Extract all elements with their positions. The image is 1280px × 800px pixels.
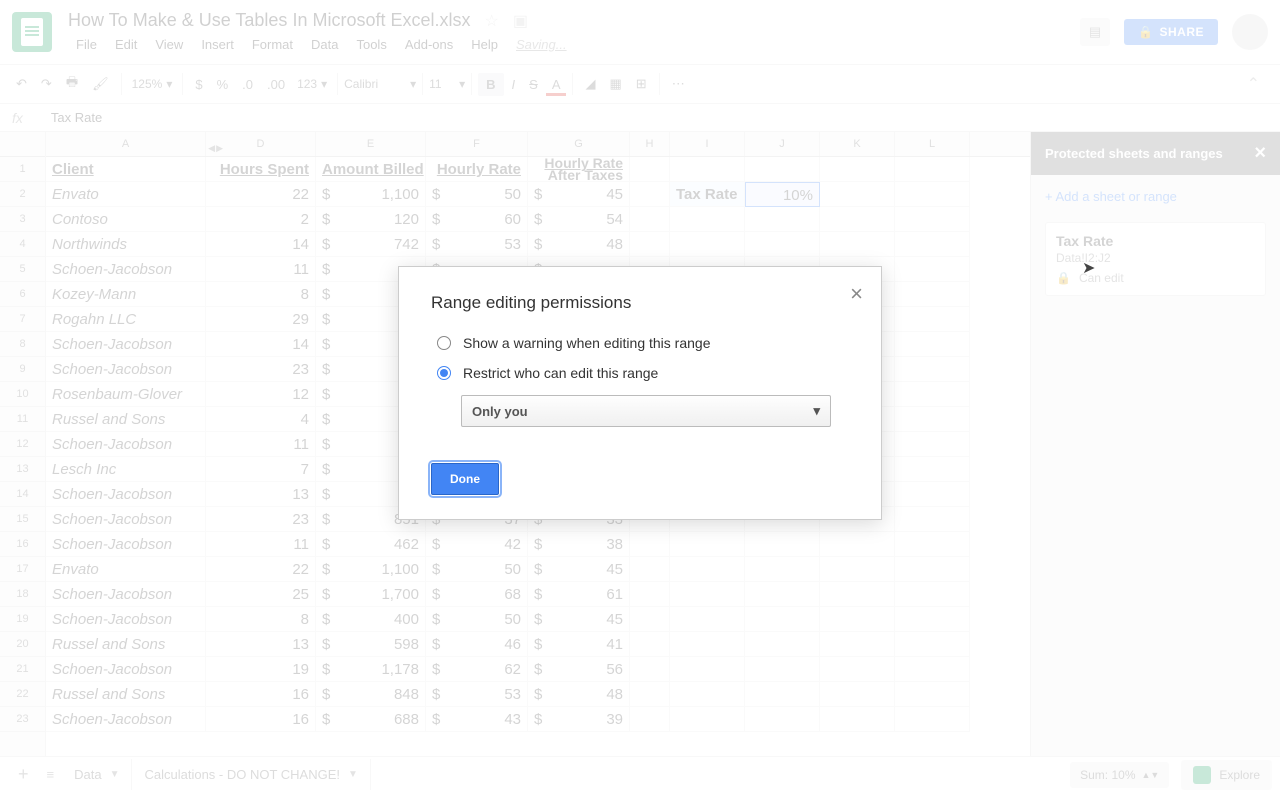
radio-checked-icon[interactable] <box>437 366 451 380</box>
range-permissions-dialog: × Range editing permissions Show a warni… <box>398 266 882 520</box>
option-restrict[interactable]: Restrict who can edit this range <box>431 365 849 381</box>
done-button[interactable]: Done <box>431 463 499 495</box>
restrict-select[interactable]: Only you ▾ <box>461 395 831 427</box>
radio-unchecked-icon[interactable] <box>437 336 451 350</box>
dialog-title: Range editing permissions <box>431 293 849 313</box>
mouse-cursor: ➤ <box>1082 258 1095 278</box>
option-show-warning[interactable]: Show a warning when editing this range <box>431 335 849 351</box>
dialog-close-button[interactable]: × <box>850 281 863 307</box>
chevron-down-icon: ▾ <box>813 403 820 419</box>
